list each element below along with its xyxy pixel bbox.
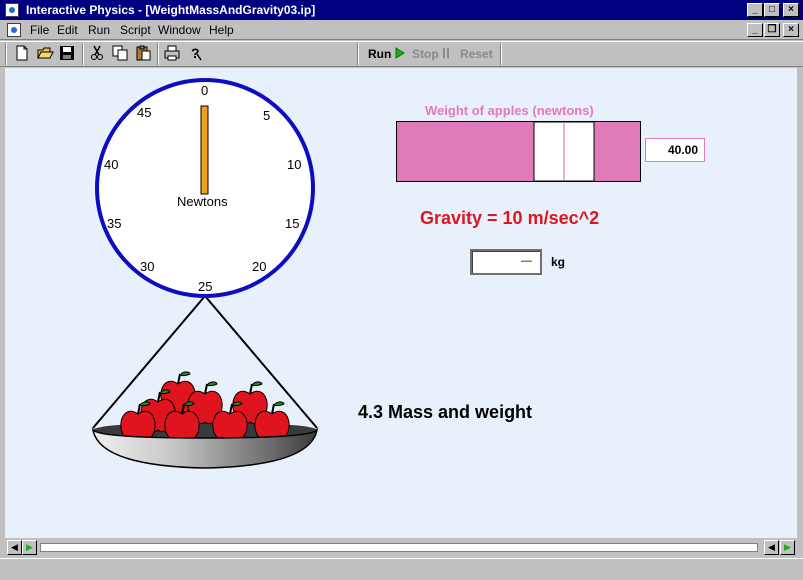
weight-meter-bar[interactable] [396, 121, 642, 183]
dial-tick-label: 10 [287, 157, 302, 172]
dial-tick-label: 35 [107, 216, 122, 231]
tape-back-button[interactable]: ◀ [7, 540, 22, 555]
dial-tick-label: 20 [252, 259, 267, 274]
weight-meter-label: Weight of apples (newtons) [425, 103, 594, 118]
tape-step-back-button[interactable]: ◀ [764, 540, 779, 555]
dial-tick-label: 25 [198, 279, 213, 294]
mass-value: — [521, 255, 532, 267]
scale-needle [200, 105, 209, 195]
dial-tick-label: 0 [201, 83, 209, 98]
gravity-label: Gravity = 10 m/sec^2 [420, 208, 600, 228]
dial-tick-label: 45 [137, 105, 152, 120]
tape-step-forward-button[interactable]: ▶ [780, 540, 795, 555]
tape-track[interactable] [40, 543, 758, 552]
mass-input[interactable]: — [470, 249, 542, 275]
mass-unit-label: kg [551, 255, 566, 269]
weight-value-display: 40.00 [645, 138, 705, 162]
tape-forward-button[interactable]: ▶ [22, 540, 37, 555]
dial-tick-label: 30 [140, 259, 155, 274]
scale-unit-label: Newtons [177, 194, 228, 209]
section-heading: 4.3 Mass and weight [358, 402, 533, 422]
dial-tick-label: 40 [104, 157, 119, 172]
dial-tick-label: 5 [263, 108, 271, 123]
scale-drawing [91, 78, 319, 469]
status-bar [0, 558, 803, 580]
dial-tick-label: 15 [285, 216, 300, 231]
